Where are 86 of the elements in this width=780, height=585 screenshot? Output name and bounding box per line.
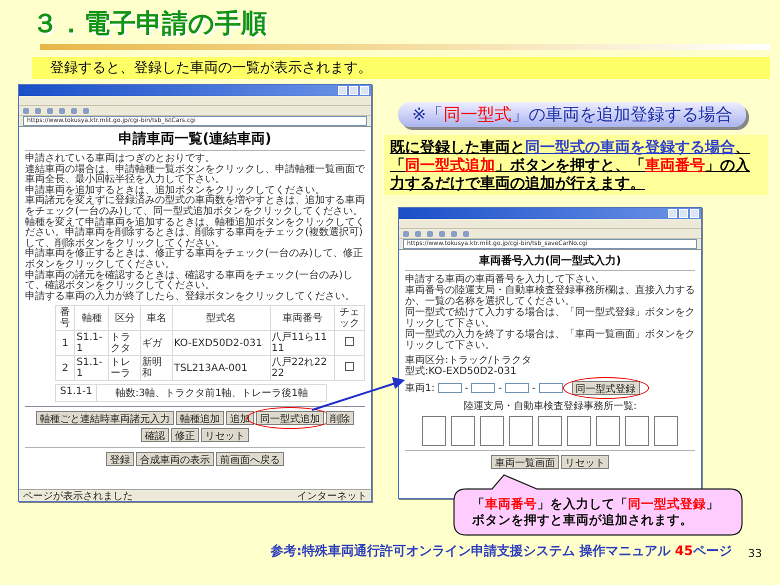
instruction-text: 申請車両を追加するときは、追加ボタンをクリックしてください。 — [25, 186, 325, 196]
form-button[interactable]: 前画面へ戻る — [216, 452, 284, 466]
page-heading: 車両番号入力(同一型式入力) — [405, 253, 695, 271]
separator-text: - — [498, 382, 502, 394]
form-button[interactable]: 削除 — [326, 411, 354, 426]
form-button[interactable]: リセット — [201, 428, 249, 442]
callout-text: 「車両番号」を入力して「同一型式登録」ボタンを押すと車両が追加されます。 — [472, 496, 720, 528]
instruction-text: 申請する車両の車両番号を入力して下さい。 — [405, 274, 605, 285]
instruction-text: 申請車両の諸元を確認するときは、確認する車両をチェック(一台のみ)して、確認ボタンをクリックしてください。 — [25, 270, 354, 292]
table-cell: 2 — [56, 356, 74, 380]
zone-text: インターネット — [297, 490, 367, 502]
list-box[interactable] — [509, 416, 533, 446]
table-cell: 軸数:3軸、トラクタ前1軸、トレーラ後1軸 — [97, 385, 326, 402]
maximize-icon[interactable] — [679, 209, 688, 218]
list-box[interactable] — [480, 416, 504, 446]
table-cell: S1.1-1 — [75, 331, 108, 356]
reference-text: 参考:特殊車両通行許可オンライン申請支援システム 操作マニュアル 45ページ — [270, 543, 732, 560]
table-cell: トレーラ — [109, 356, 140, 380]
column-header: 車両番号 — [270, 306, 334, 330]
minimize-icon[interactable] — [668, 209, 677, 218]
table-cell: TSL213AA-001 — [172, 356, 270, 380]
instruction-text: 申請されている車両はつぎのとおりです。 — [25, 154, 216, 164]
instruction-text: 車両番号の陸運支局・自動車検査登録事務所欄は、直接入力するか、一覧の名称を選択してください。 — [405, 285, 695, 307]
list-box[interactable] — [451, 416, 475, 446]
table-cell: S1.1-1 — [75, 356, 108, 380]
instruction-text: 同一型式で続けて入力する場合は、「同一型式登録」ボタンをクリックして下さい。 — [405, 307, 695, 329]
close-icon[interactable] — [690, 209, 699, 218]
row-checkbox[interactable] — [345, 362, 354, 372]
table-cell: トラクタ — [109, 331, 140, 356]
instruction-text: 連結車両の場合は、申請軸種一覧ボタンをクリックし、申請軸種一覧画面で車両全長、最小回転半径を入力して下さい。 — [25, 164, 365, 186]
close-icon[interactable] — [360, 86, 369, 95]
instruction-text: 申請する車両の入力が終了したら、登録ボタンをクリックしてください。 — [25, 292, 356, 302]
list-box[interactable] — [538, 416, 562, 446]
table-cell: ギガ — [141, 331, 172, 356]
separator-text: - — [532, 382, 536, 394]
input-field[interactable] — [438, 383, 462, 393]
column-header: 番号 — [56, 306, 74, 330]
table-cell: S1.1-1 — [56, 385, 96, 402]
form-button[interactable]: 軸種追加 — [176, 411, 224, 426]
list-box[interactable] — [596, 416, 620, 446]
instruction-text: 車両諸元を変えずに登録済みの型式の車両数を増やすときは、追加する車両をチェック(一台のみ)して、同一型式追加ボタンをクリックしてください。 — [25, 196, 365, 217]
column-header: 車名 — [141, 306, 172, 330]
input-field[interactable] — [471, 383, 496, 393]
input-field[interactable] — [538, 383, 563, 393]
instruction-text: 申請車両を修正するときは、修正する車両をチェック(一台のみ)して、修正ボタンをクリックしてください。 — [25, 249, 364, 270]
section-banner: ※「同一型式」の車両を追加登録する場合 — [398, 102, 746, 127]
form-button[interactable]: リセット — [561, 455, 609, 469]
column-header: 型式名 — [172, 306, 270, 330]
form-button[interactable]: 合成車両の表示 — [136, 452, 214, 466]
list-box[interactable] — [422, 416, 446, 446]
instruction-text: 同一型式の入力を終了する場合は、「車両一覧画面」ボタンをクリックして下さい。 — [405, 329, 695, 351]
status-text: ページが表示されました — [23, 490, 133, 502]
row-checkbox[interactable] — [345, 337, 354, 346]
input-field[interactable] — [504, 383, 529, 393]
list-box[interactable] — [567, 416, 591, 446]
list-box[interactable] — [654, 416, 678, 446]
page-heading: 申請車両一覧(連結車両) — [25, 130, 365, 151]
table-cell: KO-EXD50D2-031 — [172, 331, 270, 356]
table-cell: 八戸22れ2222 — [270, 356, 334, 380]
form-button[interactable]: 同一型式登録 — [572, 381, 640, 395]
table-cell: 1 — [56, 331, 74, 356]
form-button[interactable]: 軸種ごと連結時車両諸元入力 — [36, 411, 174, 426]
vehicle-info-text: 型式:KO-EXD50D2-031 — [405, 366, 518, 377]
column-header: チェック — [335, 306, 364, 330]
form-button[interactable]: 同一型式追加 — [256, 411, 324, 426]
list-title: 陸運支局・自動車検査登録事務所一覧: — [462, 400, 638, 413]
form-button[interactable]: 車両一覧画面 — [491, 455, 559, 469]
instruction-text: 軸種を変えて申請車両を追加するときは、軸種追加ボタンをクリックしてください。申請車両を削除するときは、削除する車両をチェック(複数選択可)して、削除ボタンをクリックしてください。 — [25, 218, 365, 249]
column-header: 軸種 — [75, 306, 108, 330]
explanation-text: 既に登録した車両と 同一型式の車両を登録する場合、「同一型式追加」ボタンを押すと、「車両番号」の入力するだけで車両の追加が行えます。 — [384, 135, 768, 195]
column-header: 区分 — [109, 306, 140, 330]
list-box[interactable] — [625, 416, 649, 446]
form-button[interactable]: 確認 — [141, 428, 169, 442]
vehicle-info-text: 車両区分:トラック/トラクタ — [405, 355, 533, 366]
minimize-icon[interactable] — [338, 86, 347, 95]
maximize-icon[interactable] — [349, 86, 358, 95]
table-cell: 新明和 — [141, 356, 172, 380]
form-button[interactable]: 追加 — [226, 411, 254, 426]
form-button[interactable]: 登録 — [106, 452, 134, 466]
table-cell: 八戸11ら1111 — [270, 331, 334, 356]
slide-title: ３．電子申請の手順 — [32, 8, 267, 41]
separator-text: - — [464, 382, 468, 394]
page-number: 33 — [748, 547, 762, 560]
field-label: 車両1: — [405, 382, 435, 395]
subtitle-bar: 登録すると、登録した車両の一覧が表示されます。 — [32, 57, 770, 79]
form-button[interactable]: 修正 — [171, 428, 199, 442]
